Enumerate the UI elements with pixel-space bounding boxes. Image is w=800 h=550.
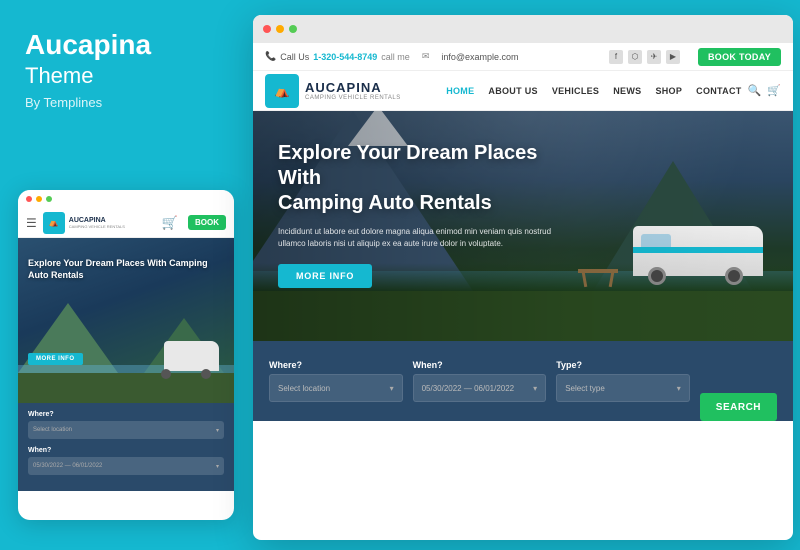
mobile-date-select[interactable]: 05/30/2022 — 06/01/2022 ▾	[28, 457, 224, 475]
where-group: Where? Select location ▾	[269, 360, 403, 402]
mobile-hero-title: Explore Your Dream Places With Camping A…	[28, 258, 224, 281]
mobile-logo: ⛺ AUCAPINA CAMPING VEHICLE RENTALS	[43, 212, 156, 234]
mobile-where-label: Where?	[28, 411, 224, 418]
more-info-button[interactable]: MORE INFO	[278, 264, 372, 288]
mobile-more-info-button[interactable]: MORE INFO	[28, 353, 83, 365]
nav-icons: 🔍 🛒	[748, 84, 781, 97]
email-address[interactable]: info@example.com	[441, 52, 518, 62]
table-leg-right	[609, 272, 615, 287]
phone-icon: 📞	[265, 51, 276, 62]
mobile-mockup: ☰ ⛺ AUCAPINA CAMPING VEHICLE RENTALS 🛒 B…	[18, 190, 234, 520]
date-select[interactable]: 05/30/2022 — 06/01/2022 ▾	[413, 374, 547, 402]
hero-description: Incididunt ut labore eut dolore magna al…	[278, 226, 558, 250]
mobile-when-label: When?	[28, 447, 224, 454]
mobile-top-bar	[18, 190, 234, 208]
rv-wheel-right	[725, 267, 743, 285]
email-icon: ✉	[422, 51, 430, 62]
rv-stripe	[633, 247, 763, 253]
mobile-search-form: Where? Select location ▾ When? 05/30/202…	[18, 403, 234, 491]
hero-ground	[253, 291, 793, 341]
browser-dot-yellow	[276, 25, 284, 33]
nav-links: HOME ABOUT US VEHICLES NEWS SHOP CONTACT	[446, 86, 741, 96]
search-form: Where? Select location ▾ When? 05/30/202…	[253, 341, 793, 421]
nav-contact[interactable]: CONTACT	[696, 86, 741, 96]
picnic-table	[578, 269, 618, 289]
type-arrow: ▾	[677, 384, 681, 393]
rv-wheel-left	[648, 267, 666, 285]
book-today-button[interactable]: BOOK TODAY	[698, 48, 781, 66]
search-icon[interactable]: 🔍	[748, 84, 762, 97]
dot-yellow	[36, 196, 42, 202]
mobile-hero: Explore Your Dream Places With Camping A…	[18, 238, 234, 403]
type-label: Type?	[556, 360, 690, 370]
browser-dot-green	[289, 25, 297, 33]
location-select[interactable]: Select location ▾	[269, 374, 403, 402]
nav-shop[interactable]: SHOP	[655, 86, 682, 96]
browser-dot-red	[263, 25, 271, 33]
brand-name: Aucapina	[25, 30, 223, 61]
facebook-icon[interactable]: f	[609, 50, 623, 64]
phone-number[interactable]: 1-320-544-8749	[313, 52, 377, 62]
location-arrow: ▾	[390, 384, 394, 393]
site-header-top: 📞 Call Us 1-320-544-8749 call me ✉ info@…	[253, 43, 793, 71]
site-nav: ⛺ AUCAPINA CAMPING VEHICLE RENTALS HOME …	[253, 71, 793, 111]
dot-red	[26, 196, 32, 202]
hamburger-icon[interactable]: ☰	[26, 216, 37, 230]
header-contact: 📞 Call Us 1-320-544-8749 call me ✉ info@…	[265, 51, 599, 62]
mobile-location-select[interactable]: Select location ▾	[28, 421, 224, 439]
search-button[interactable]: SEARCH	[700, 393, 777, 421]
hero-title: Explore Your Dream Places WithCamping Au…	[278, 141, 558, 216]
nav-vehicles[interactable]: VEHICLES	[552, 86, 599, 96]
type-group: Type? Select type ▾	[556, 360, 690, 402]
left-panel: Aucapina Theme By Templines ☰ ⛺ AUCAPINA…	[0, 0, 248, 550]
cart-icon[interactable]: 🛒	[162, 215, 178, 231]
site-logo-text: AUCAPINA	[305, 80, 401, 95]
mobile-nav: ☰ ⛺ AUCAPINA CAMPING VEHICLE RENTALS 🛒 B…	[18, 208, 234, 238]
when-label: When?	[413, 360, 547, 370]
brand-line2: Theme	[25, 63, 223, 89]
rv-vehicle	[633, 226, 763, 291]
instagram-icon[interactable]: ⬡	[628, 50, 642, 64]
site-logo: ⛺ AUCAPINA CAMPING VEHICLE RENTALS	[265, 74, 446, 108]
when-group: When? 05/30/2022 — 06/01/2022 ▾	[413, 360, 547, 402]
hero-section: Explore Your Dream Places WithCamping Au…	[253, 111, 793, 341]
type-select[interactable]: Select type ▾	[556, 374, 690, 402]
nav-home[interactable]: HOME	[446, 86, 474, 96]
nav-about[interactable]: ABOUT US	[488, 86, 537, 96]
call-label: Call Us	[280, 52, 309, 62]
hero-content: Explore Your Dream Places WithCamping Au…	[278, 141, 558, 288]
table-leg-left	[582, 272, 588, 287]
rv	[164, 341, 219, 371]
mobile-logo-sub: CAMPING VEHICLE RENTALS	[69, 224, 125, 229]
nav-news[interactable]: NEWS	[613, 86, 641, 96]
cart-nav-icon[interactable]: 🛒	[767, 84, 781, 97]
site-logo-sub: CAMPING VEHICLE RENTALS	[305, 95, 401, 101]
telegram-icon[interactable]: ✈	[647, 50, 661, 64]
mobile-logo-text: AUCAPINA	[69, 217, 125, 224]
mobile-logo-icon: ⛺	[43, 212, 65, 234]
header-social: f ⬡ ✈ ▶	[609, 50, 680, 64]
call-me-link[interactable]: call me	[381, 52, 410, 62]
brand-by: By Templines	[25, 95, 223, 110]
date-arrow: ▾	[533, 384, 537, 393]
youtube-icon[interactable]: ▶	[666, 50, 680, 64]
browser-window: 📞 Call Us 1-320-544-8749 call me ✉ info@…	[253, 15, 793, 540]
dot-green	[46, 196, 52, 202]
browser-chrome	[253, 15, 793, 43]
where-label: Where?	[269, 360, 403, 370]
site-logo-icon: ⛺	[265, 74, 299, 108]
mobile-book-button[interactable]: BOOK	[188, 215, 226, 230]
